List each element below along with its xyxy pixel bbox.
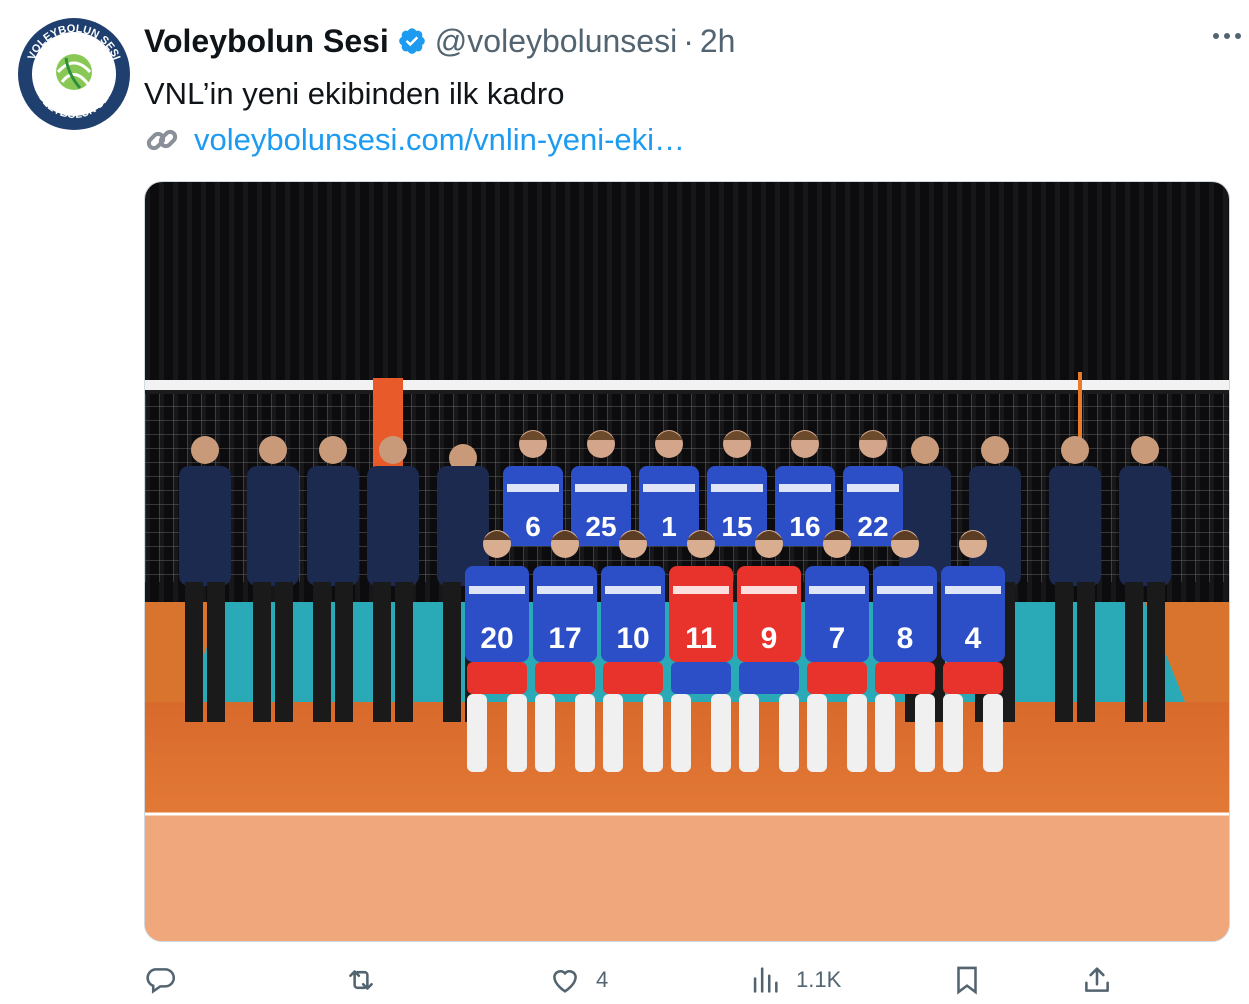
- jersey-number: 11: [685, 622, 717, 655]
- display-name[interactable]: Voleybolun Sesi: [144, 23, 389, 60]
- views-count: 1.1K: [796, 967, 842, 992]
- tweet-text: VNL’in yeni ekibinden ilk kadro: [144, 76, 565, 111]
- user-handle[interactable]: @voleybolunsesi: [435, 23, 677, 60]
- retweet-button[interactable]: [344, 958, 392, 1002]
- separator-dot: ·: [683, 22, 694, 59]
- jersey-number: 8: [897, 622, 914, 655]
- tweet-timestamp[interactable]: 2h: [700, 23, 736, 60]
- jersey-number: 9: [761, 622, 778, 655]
- jersey-number: 22: [857, 511, 888, 542]
- article-link[interactable]: voleybolunsesi.com/vnlin-yeni-eki…: [194, 118, 685, 162]
- reply-button[interactable]: [144, 958, 192, 1002]
- jersey-number: 20: [480, 622, 513, 655]
- jersey-number: 15: [721, 511, 752, 542]
- views-button[interactable]: 1.1K: [748, 958, 841, 1002]
- more-options-icon[interactable]: [1209, 24, 1245, 48]
- share-button[interactable]: [1080, 958, 1114, 1002]
- like-count: 4: [596, 967, 609, 992]
- reply-icon: [146, 968, 175, 994]
- bookmark-icon: [957, 966, 977, 995]
- jersey-number: 10: [616, 622, 649, 655]
- tweet-actions: 4 1.1K: [144, 958, 1234, 1002]
- link-emoji-icon: [146, 129, 178, 151]
- voleybolun-sesi-logo: VOLEYBOLUN SESI VOLEYBOLUN SESI: [18, 18, 130, 130]
- jersey-number: 16: [789, 511, 820, 542]
- heart-icon: [553, 970, 577, 993]
- tweet-body: Voleybolun Sesi @voleybolunsesi · 2h VNL…: [144, 20, 1234, 162]
- bookmark-button[interactable]: [950, 958, 984, 1002]
- jersey-number: 1: [661, 511, 677, 542]
- retweet-icon: [349, 970, 373, 990]
- jersey-number: 25: [585, 511, 616, 542]
- tweet-photo[interactable]: 6 25 1 15 16 22 20 17 10 11 9 7 8 4: [144, 181, 1230, 942]
- verified-badge-icon: [398, 28, 425, 54]
- team-photo: 6 25 1 15 16 22 20 17 10 11 9 7 8 4: [145, 182, 1229, 941]
- tweet-link-line: voleybolunsesi.com/vnlin-yeni-eki…: [144, 118, 1234, 162]
- jersey-number: 6: [525, 511, 541, 542]
- avatar[interactable]: VOLEYBOLUN SESI VOLEYBOLUN SESI: [18, 18, 130, 130]
- tweet-header: Voleybolun Sesi @voleybolunsesi · 2h: [144, 20, 1234, 62]
- share-icon: [1085, 967, 1109, 992]
- like-button[interactable]: 4: [548, 958, 608, 1002]
- jersey-number: 17: [548, 622, 581, 655]
- jersey-number: 4: [965, 622, 982, 655]
- views-icon: [753, 967, 778, 993]
- jersey-number: 7: [829, 622, 846, 655]
